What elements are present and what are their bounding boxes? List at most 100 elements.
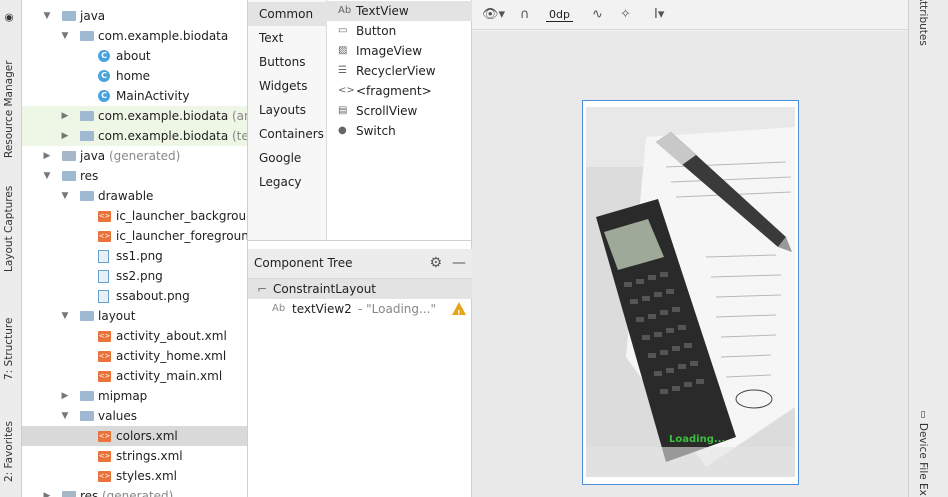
device-preview[interactable]: Loading... [582,100,799,485]
tree-row-label: home [116,69,151,83]
align-icon[interactable]: I▾ [654,7,664,22]
tree-row[interactable]: ssabout.png [22,286,247,306]
magnet-icon[interactable]: ∩ [520,7,530,22]
expand-arrow-icon[interactable]: ▼ [41,6,53,26]
tree-row-label: activity_home.xml [116,349,227,363]
tree-row[interactable]: ▼ layout [22,306,247,326]
tree-row[interactable]: ▶ res (generated) [22,486,247,497]
component-tree-title: Component Tree [254,256,353,270]
palette-category[interactable]: Widgets [248,74,327,98]
tree-row[interactable]: ▶ mipmap [22,386,247,406]
tree-row-label: com.example.biodata [98,109,229,123]
project-tree: ▼ java ▼ com.example.biodata Cabout Chome C Mai… [22,0,248,497]
tree-row[interactable]: <> activity_about.xml [22,326,247,346]
xml-file-icon: <> [98,331,111,342]
android-icon[interactable]: ◉ [3,12,15,24]
xml-file-icon: <> [98,231,111,242]
tree-row-label: activity_about.xml [116,329,227,343]
expand-arrow-icon[interactable]: ▼ [41,166,53,186]
loading-textview[interactable]: Loading... [669,434,725,445]
palette-item[interactable]: ☰ RecyclerView [327,61,472,81]
tree-row[interactable]: ▶ com.example.biodata(test) [22,126,248,146]
tab-structure[interactable]: 7: Structure [3,305,15,380]
tree-row[interactable]: ▼ res [22,166,247,186]
palette-category[interactable]: Containers [248,122,327,146]
right-tool-stripe: Attributes ▯ Device File Ex [908,0,948,497]
tab-device-file-explorer[interactable]: ▯ Device File Ex [917,410,929,497]
tree-row[interactable]: ▼ drawable [22,186,247,206]
palette-item[interactable]: ▨ ImageView [327,41,472,61]
tree-row-label: ic_launcher_foreground.x [116,229,248,243]
tree-row[interactable]: C MainActivity [22,86,247,106]
tree-row[interactable]: ▶ com.example.biodata(andro [22,106,247,126]
folder-icon [80,111,94,121]
widget-icon: Ab [338,5,352,16]
collapse-arrow-icon[interactable]: ▶ [59,106,71,126]
palette-category[interactable]: Legacy [248,170,327,194]
palette-item-label: TextView [356,4,409,18]
warning-icon[interactable]: ! [452,302,466,318]
tree-row-label: com.example.biodata [98,29,229,43]
tree-row[interactable]: ss2.png [22,266,247,286]
palette-item[interactable]: ▭ Button [327,21,472,41]
tree-row-suffix: (test) [232,129,248,143]
margin-field[interactable]: 0dp [546,8,573,22]
tree-row[interactable]: ▼ values [22,406,247,426]
palette-item-label: RecyclerView [356,64,436,78]
collapse-arrow-icon[interactable]: ▶ [41,486,53,497]
xml-file-icon: <> [98,351,111,362]
expand-arrow-icon[interactable]: ▼ [59,186,71,206]
tree-row[interactable]: ▶ java (generated) [22,146,247,166]
design-canvas: Loading... [472,31,908,497]
minimize-icon[interactable]: — [452,249,466,277]
tab-layout-captures[interactable]: Layout Captures [3,182,15,272]
tab-attributes[interactable]: Attributes [917,0,929,54]
expand-arrow-icon[interactable]: ▼ [59,406,71,426]
tab-resource-manager[interactable]: Resource Manager [3,40,15,158]
tree-row[interactable]: ss1.png [22,246,247,266]
left-tool-stripe: ◉ Resource Manager Layout Captures 7: St… [0,0,22,497]
palette-item-label: ScrollView [356,104,418,118]
tree-row[interactable]: Chome [22,66,247,86]
tree-row-label: layout [98,309,136,323]
tree-row[interactable]: ▼ java [22,6,247,26]
collapse-arrow-icon[interactable]: ▶ [41,146,53,166]
palette-categories: Common Text Buttons Widgets Layouts Container… [248,0,327,240]
calculator-photo [586,107,795,477]
palette-category[interactable]: Google [248,146,327,170]
tree-row[interactable]: <> colors.xml [22,426,247,446]
structure-label: 7: Structure [3,317,15,380]
clear-constraints-icon[interactable]: ∿ [592,7,603,22]
tree-row-constraintlayout[interactable]: ⌐ ConstraintLayout [248,279,472,299]
tree-row[interactable]: <> ic_launcher_foreground.x [22,226,248,246]
image-file-icon [98,250,109,263]
palette-category[interactable]: Layouts [248,98,327,122]
palette-item[interactable]: ● Switch [327,121,472,141]
collapse-arrow-icon[interactable]: ▶ [59,386,71,406]
tree-row[interactable]: <> activity_home.xml [22,346,247,366]
expand-arrow-icon[interactable]: ▼ [59,26,71,46]
tree-row[interactable]: <> strings.xml [22,446,247,466]
tree-row-textview2[interactable]: Ab textView2 - "Loading..." ! [248,299,472,319]
gear-icon[interactable]: ⚙ [429,249,442,277]
attributes-label: Attributes [917,0,929,46]
palette-item[interactable]: ▤ ScrollView [327,101,472,121]
tree-row-label: MainActivity [116,89,190,103]
magic-wand-icon[interactable]: ✧ [620,7,631,22]
palette-item[interactable]: <> <fragment> [327,81,472,101]
palette-category[interactable]: Common [248,2,327,26]
folder-icon [80,131,94,141]
expand-arrow-icon[interactable]: ▼ [59,306,71,326]
palette-category[interactable]: Buttons [248,50,327,74]
palette-item[interactable]: Ab TextView [327,1,472,21]
tab-favorites[interactable]: 2: Favorites [3,402,15,482]
tree-row[interactable]: <> styles.xml [22,466,247,486]
tree-row[interactable]: Cabout [22,46,247,66]
tree-row[interactable]: <> ic_launcher_background. [22,206,247,226]
tree-row[interactable]: <> activity_main.xml [22,366,247,386]
palette-category[interactable]: Text [248,26,327,50]
collapse-arrow-icon[interactable]: ▶ [59,126,71,146]
tree-row-label: about [116,49,151,63]
tree-row[interactable]: ▼ com.example.biodata [22,26,247,46]
eye-icon[interactable]: 👁︎▾ [482,7,505,22]
